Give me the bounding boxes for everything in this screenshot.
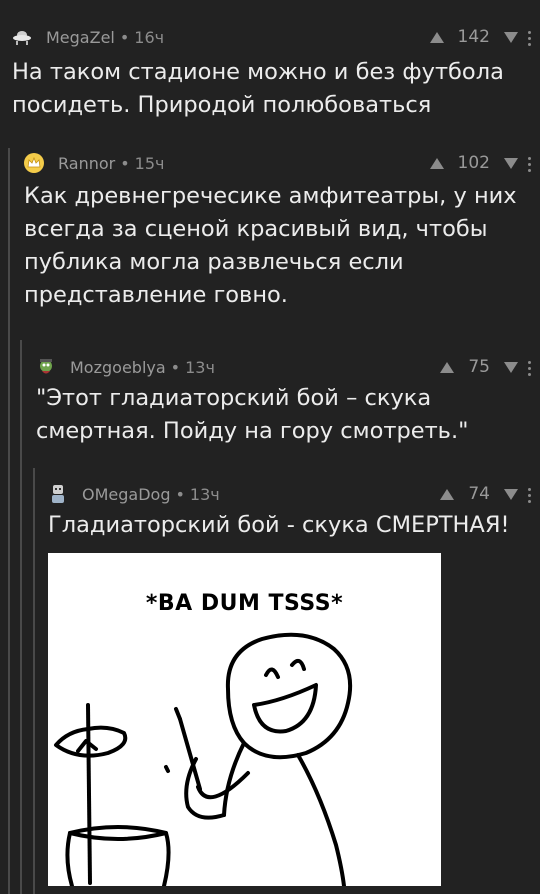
comment-time: 16ч <box>134 27 165 47</box>
comment-rannor: Rannor • 15ч 102 Как древнегречесике амф… <box>24 152 540 312</box>
crown-avatar-icon[interactable] <box>24 153 44 173</box>
vote-controls: 102 <box>429 152 518 174</box>
downvote-arrow-icon[interactable] <box>504 361 518 373</box>
comment-time: 13ч <box>189 484 220 504</box>
comment-header: OMegaDog • 13ч 74 <box>48 483 540 505</box>
author-name[interactable]: Mozgoeblya <box>70 358 166 377</box>
comment-mozgoeblya: Mozgoeblya • 13ч 75 "Этот гладиаторский … <box>36 356 540 448</box>
more-options-icon[interactable] <box>518 358 540 378</box>
upvote-arrow-icon[interactable] <box>440 488 455 500</box>
upvote-arrow-icon[interactable] <box>429 31 444 43</box>
comment-time: 13ч <box>185 357 215 377</box>
comment-omegadog: OMegaDog • 13ч 74 Гладиаторский бой - ск… <box>48 483 540 542</box>
downvote-arrow-icon[interactable] <box>504 31 518 43</box>
comment-text: Как древнегречесике амфитеатры, у них вс… <box>24 183 517 308</box>
comment-text: "Этот гладиаторский бой – скука смертная… <box>36 385 469 444</box>
author-name[interactable]: MegaZel <box>46 28 115 47</box>
upvote-arrow-icon[interactable] <box>429 157 444 169</box>
comment-text: Гладиаторский бой - скука СМЕРТНАЯ! <box>48 512 510 538</box>
comment-text: На таком стадионе можно и без футбола по… <box>12 59 504 118</box>
comment-megazel: MegaZel • 16ч 142 На таком стадионе можн… <box>12 26 540 122</box>
meta-separator: • <box>120 153 130 173</box>
thread-line-level-2 <box>20 340 22 894</box>
thread-line-level-3 <box>33 468 35 894</box>
vote-count: 142 <box>457 27 490 47</box>
meta-separator: • <box>175 484 185 504</box>
more-options-icon[interactable] <box>518 154 540 174</box>
comment-time: 15ч <box>134 153 165 173</box>
meme-image[interactable]: *BA DUM TSSS* <box>48 553 441 886</box>
comment-header: Mozgoeblya • 13ч 75 <box>36 356 540 378</box>
more-options-icon[interactable] <box>518 28 540 48</box>
ufo-avatar-icon[interactable] <box>12 27 32 47</box>
comment-header: MegaZel • 16ч 142 <box>12 26 540 48</box>
thread-line-level-1 <box>8 148 10 894</box>
vote-count: 74 <box>468 484 490 504</box>
vote-controls: 75 <box>440 356 518 378</box>
character-avatar-icon[interactable] <box>36 357 56 377</box>
downvote-arrow-icon[interactable] <box>504 157 518 169</box>
meta-separator: • <box>170 357 181 377</box>
vote-count: 75 <box>468 357 490 377</box>
vote-controls: 74 <box>440 483 518 505</box>
robot-avatar-icon[interactable] <box>48 484 68 504</box>
vote-count: 102 <box>457 153 490 173</box>
meta-separator: • <box>119 27 130 47</box>
author-name[interactable]: Rannor <box>58 154 115 173</box>
vote-controls: 142 <box>429 26 518 48</box>
downvote-arrow-icon[interactable] <box>504 488 518 500</box>
upvote-arrow-icon[interactable] <box>440 361 455 373</box>
drummer-drawing <box>54 632 353 886</box>
more-options-icon[interactable] <box>518 485 540 505</box>
comment-header: Rannor • 15ч 102 <box>24 152 540 174</box>
author-name[interactable]: OMegaDog <box>82 485 170 504</box>
